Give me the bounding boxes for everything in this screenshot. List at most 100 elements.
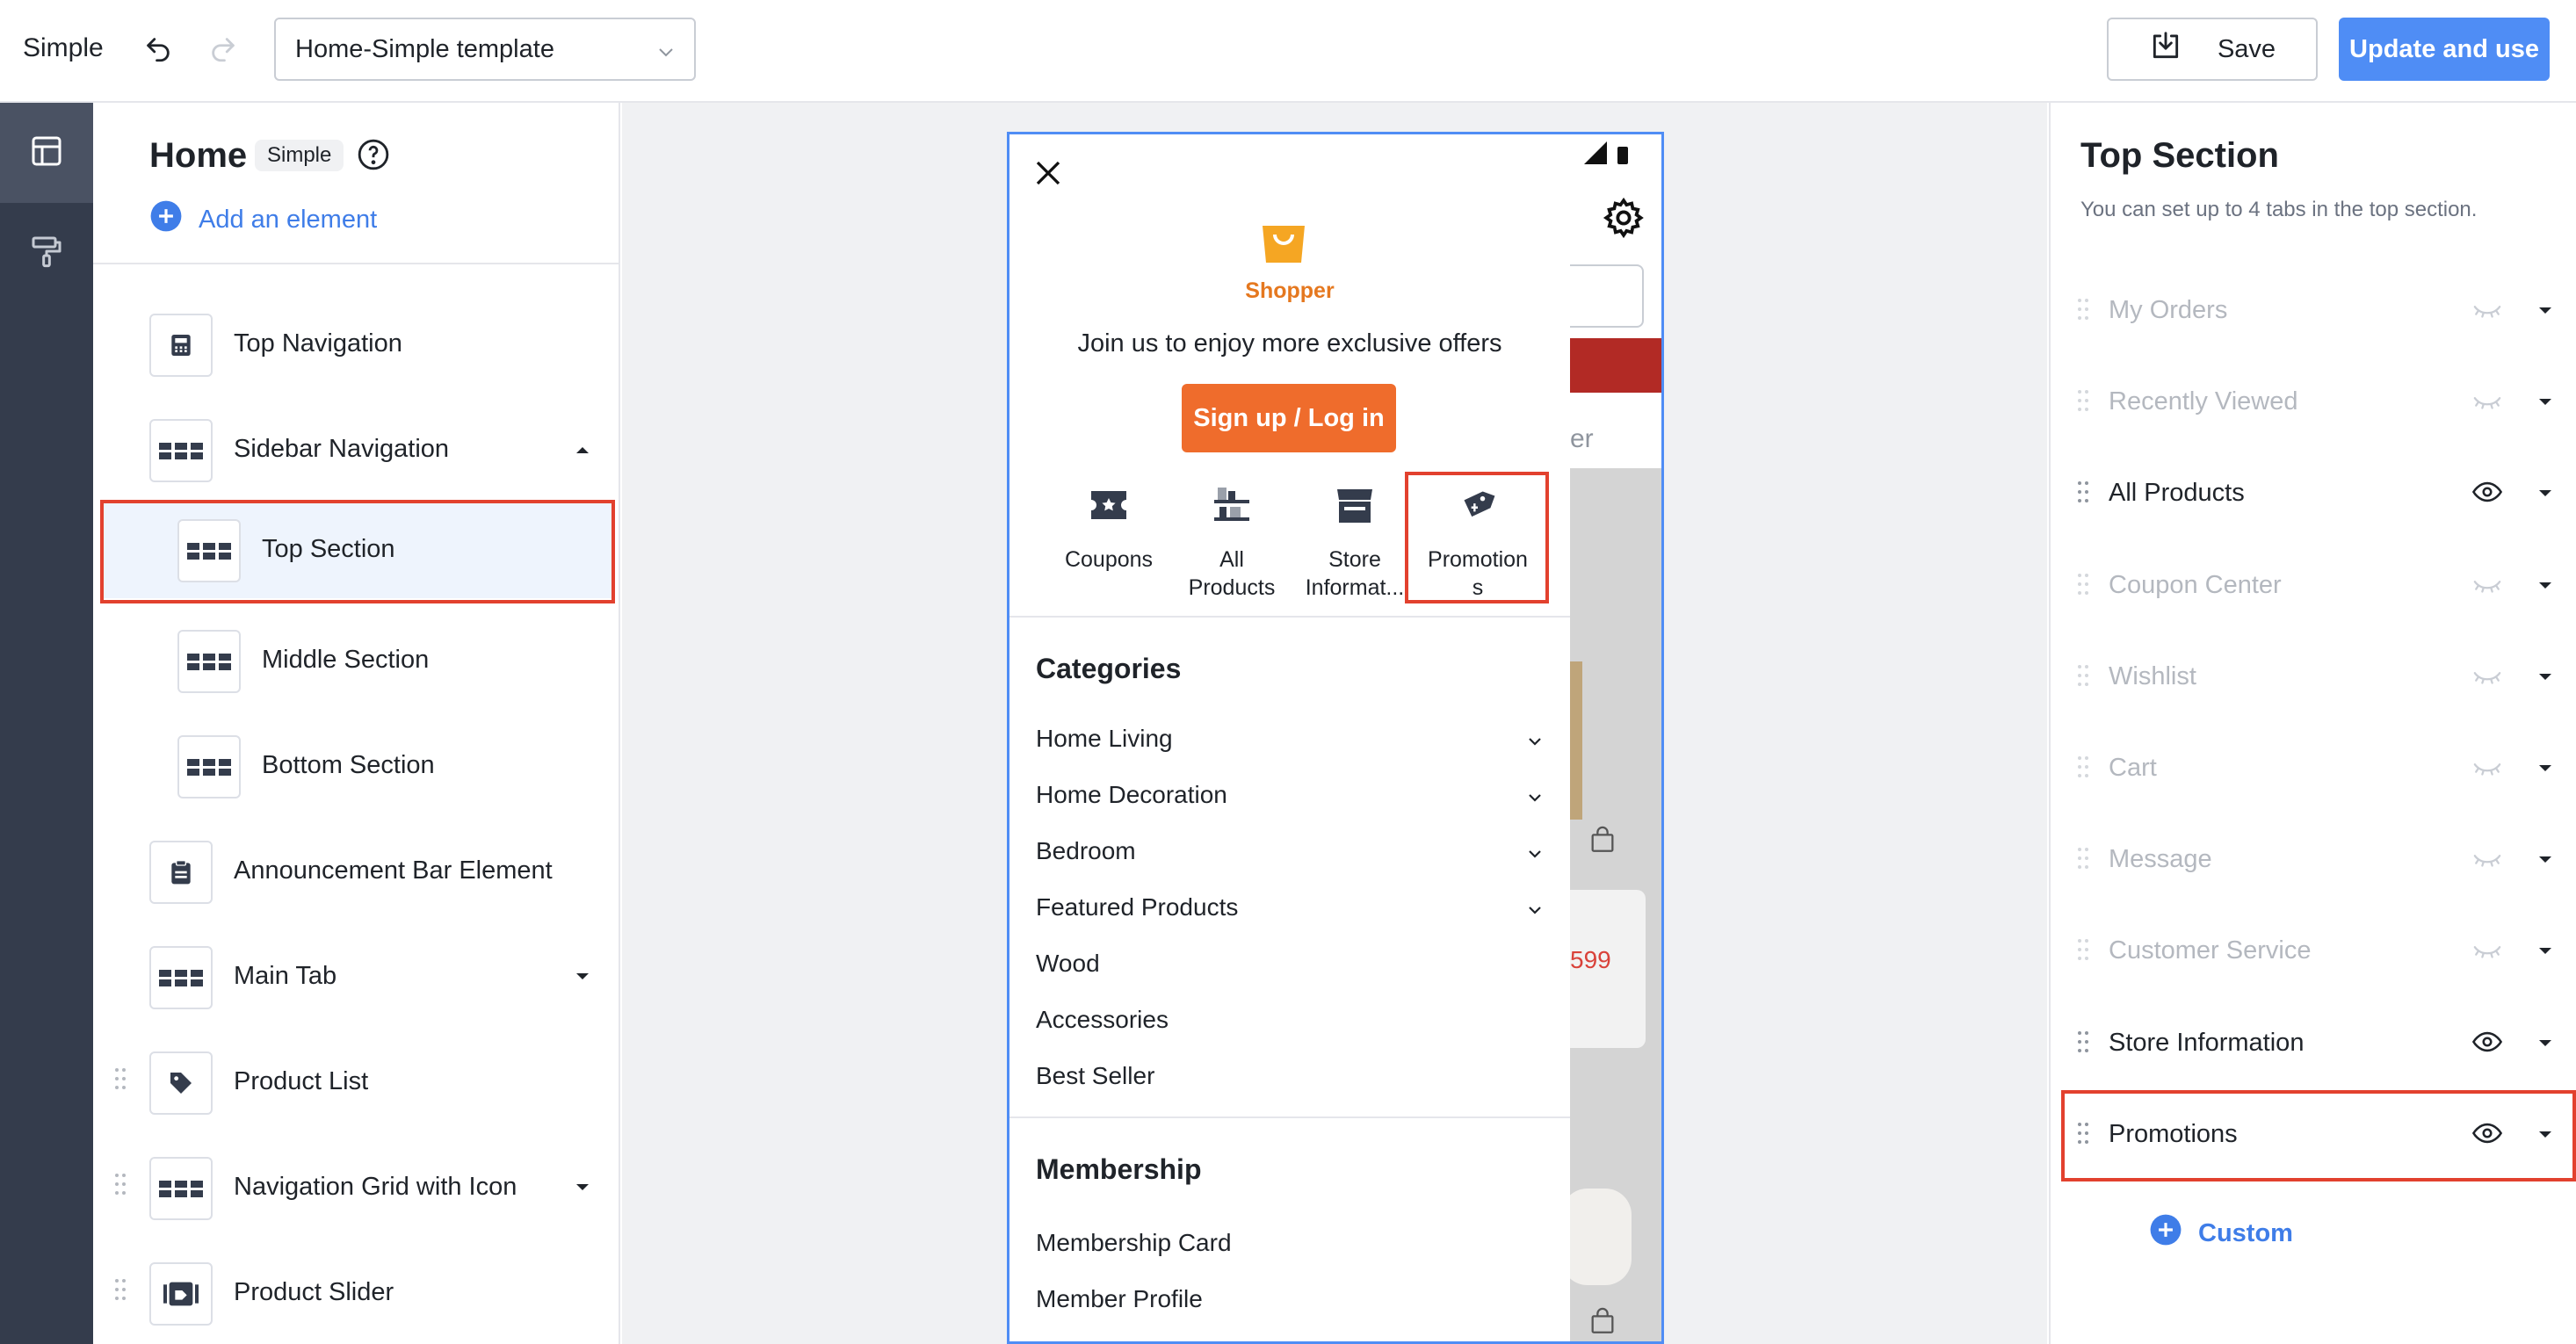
caret-down-icon[interactable] [2537,580,2553,596]
red-banner-fragment [1570,338,1661,393]
tab-row[interactable]: Recently Viewed [2051,356,2576,447]
chevron-down-icon[interactable] [1524,786,1545,814]
tab-row[interactable]: Wishlist [2051,631,2576,722]
highlight-frame [1405,472,1549,603]
close-icon[interactable] [1032,157,1064,193]
add-custom-tab-button[interactable]: Custom [2149,1213,2293,1254]
eye-closed-icon[interactable] [2472,755,2502,783]
bag-icon[interactable] [1588,825,1617,859]
caret-down-icon[interactable] [2537,1037,2553,1053]
drag-handle-icon[interactable] [2077,1030,2089,1058]
grid-icon [177,630,241,693]
bag-icon[interactable] [1588,1306,1617,1340]
tree-item-top-navigation[interactable]: Top Navigation [93,296,620,393]
member-profile-link[interactable]: Member Profile [1036,1285,1554,1313]
tab-row[interactable]: Customer Service [2051,905,2576,996]
drag-handle-icon[interactable] [2077,755,2089,783]
furniture-leg-fragment [1570,661,1582,820]
divider [1009,616,1570,618]
quick-link-store-information[interactable]: Store Informat... [1289,486,1421,602]
divider [93,263,620,264]
category-accessories[interactable]: Accessories [1036,1006,1554,1034]
tree-item-label: Sidebar Navigation [234,435,450,463]
caret-down-icon[interactable] [575,1181,590,1197]
eye-closed-icon[interactable] [2472,298,2502,325]
drag-handle-icon[interactable] [114,1067,127,1095]
drag-handle-icon[interactable] [2077,298,2089,325]
category-best-seller[interactable]: Best Seller [1036,1062,1554,1090]
caret-down-icon[interactable] [2537,854,2553,870]
membership-card-link[interactable]: Membership Card [1036,1229,1554,1257]
grid-icon [149,946,213,1009]
tree-item-label: Bottom Section [262,751,435,779]
eye-closed-icon[interactable] [2472,573,2502,600]
category-wood[interactable]: Wood [1036,950,1554,978]
tree-item-main-tab[interactable]: Main Tab [93,929,620,1025]
eye-closed-icon[interactable] [2472,664,2502,691]
caret-down-icon[interactable] [2537,396,2553,412]
rail-style-tab[interactable] [0,203,93,303]
save-button[interactable]: Save [2107,18,2318,81]
undo-icon[interactable] [141,32,176,67]
signal-icon [1582,140,1635,170]
tab-row[interactable]: Cart [2051,722,2576,813]
caret-up-icon[interactable] [575,444,590,459]
redo-icon[interactable] [206,32,241,67]
categories-title: Categories [1036,653,1182,684]
tree-item-navigation-grid[interactable]: Navigation Grid with Icon [93,1139,620,1236]
quick-link-all-products[interactable]: All Products [1166,486,1298,602]
help-icon[interactable] [357,138,390,176]
rail-layout-tab[interactable] [0,103,93,203]
chevron-down-icon[interactable] [1524,730,1545,758]
gear-icon[interactable] [1602,196,1646,244]
tree-item-label: Middle Section [262,646,430,674]
drag-handle-icon[interactable] [114,1173,127,1200]
tree-item-product-slider[interactable]: Product Slider [93,1245,620,1341]
drag-handle-icon[interactable] [2077,481,2089,508]
category-home-living[interactable]: Home Living [1036,725,1554,753]
drag-handle-icon[interactable] [2077,847,2089,874]
caret-down-icon[interactable] [575,971,590,986]
structure-panel: Home Simple Add an element Top Navigatio… [93,103,620,1344]
tree-item-sidebar-navigation[interactable]: Sidebar Navigation [93,401,620,498]
eye-icon[interactable] [2471,481,2503,508]
drag-handle-icon[interactable] [2077,664,2089,691]
category-featured-products[interactable]: Featured Products [1036,893,1554,921]
tab-row[interactable]: Coupon Center [2051,539,2576,631]
category-home-decoration[interactable]: Home Decoration [1036,781,1554,809]
template-select[interactable]: Home-Simple template [274,18,696,81]
tree-item-middle-section[interactable]: Middle Section [93,612,620,709]
caret-down-icon[interactable] [2537,305,2553,321]
join-text: Join us to enjoy more exclusive offers [1077,329,1502,358]
eye-closed-icon[interactable] [2472,847,2502,874]
shop-name: Shopper [1245,278,1335,303]
chevron-down-icon[interactable] [1524,842,1545,871]
drag-handle-icon[interactable] [2077,573,2089,600]
category-label: Home Decoration [1036,781,1227,808]
drag-handle-icon[interactable] [114,1278,127,1305]
caret-down-icon[interactable] [2537,762,2553,778]
eye-closed-icon[interactable] [2472,938,2502,965]
signup-login-button[interactable]: Sign up / Log in [1182,384,1396,452]
add-element-button[interactable]: Add an element [149,199,377,240]
quick-link-coupons[interactable]: Coupons [1043,486,1175,574]
caret-down-icon[interactable] [2537,671,2553,687]
caret-down-icon[interactable] [2537,945,2553,961]
tab-row[interactable]: Store Information [2051,997,2576,1088]
drag-handle-icon[interactable] [2077,938,2089,965]
chevron-down-icon[interactable] [1524,899,1545,927]
eye-closed-icon[interactable] [2472,389,2502,416]
tree-item-announcement-bar[interactable]: Announcement Bar Element [93,823,620,920]
tree-item-label: Product Slider [234,1278,394,1306]
tab-row[interactable]: Message [2051,813,2576,905]
eye-icon[interactable] [2471,1030,2503,1058]
tree-item-product-list[interactable]: Product List [93,1034,620,1131]
tree-item-bottom-section[interactable]: Bottom Section [93,718,620,814]
drag-handle-icon[interactable] [2077,389,2089,416]
tab-row[interactable]: All Products [2051,447,2576,538]
caret-down-icon[interactable] [2537,488,2553,503]
update-and-use-button[interactable]: Update and use [2339,18,2550,81]
category-bedroom[interactable]: Bedroom [1036,837,1554,865]
tab-row[interactable]: My Orders [2051,264,2576,356]
chair-fragment [1561,1189,1632,1285]
